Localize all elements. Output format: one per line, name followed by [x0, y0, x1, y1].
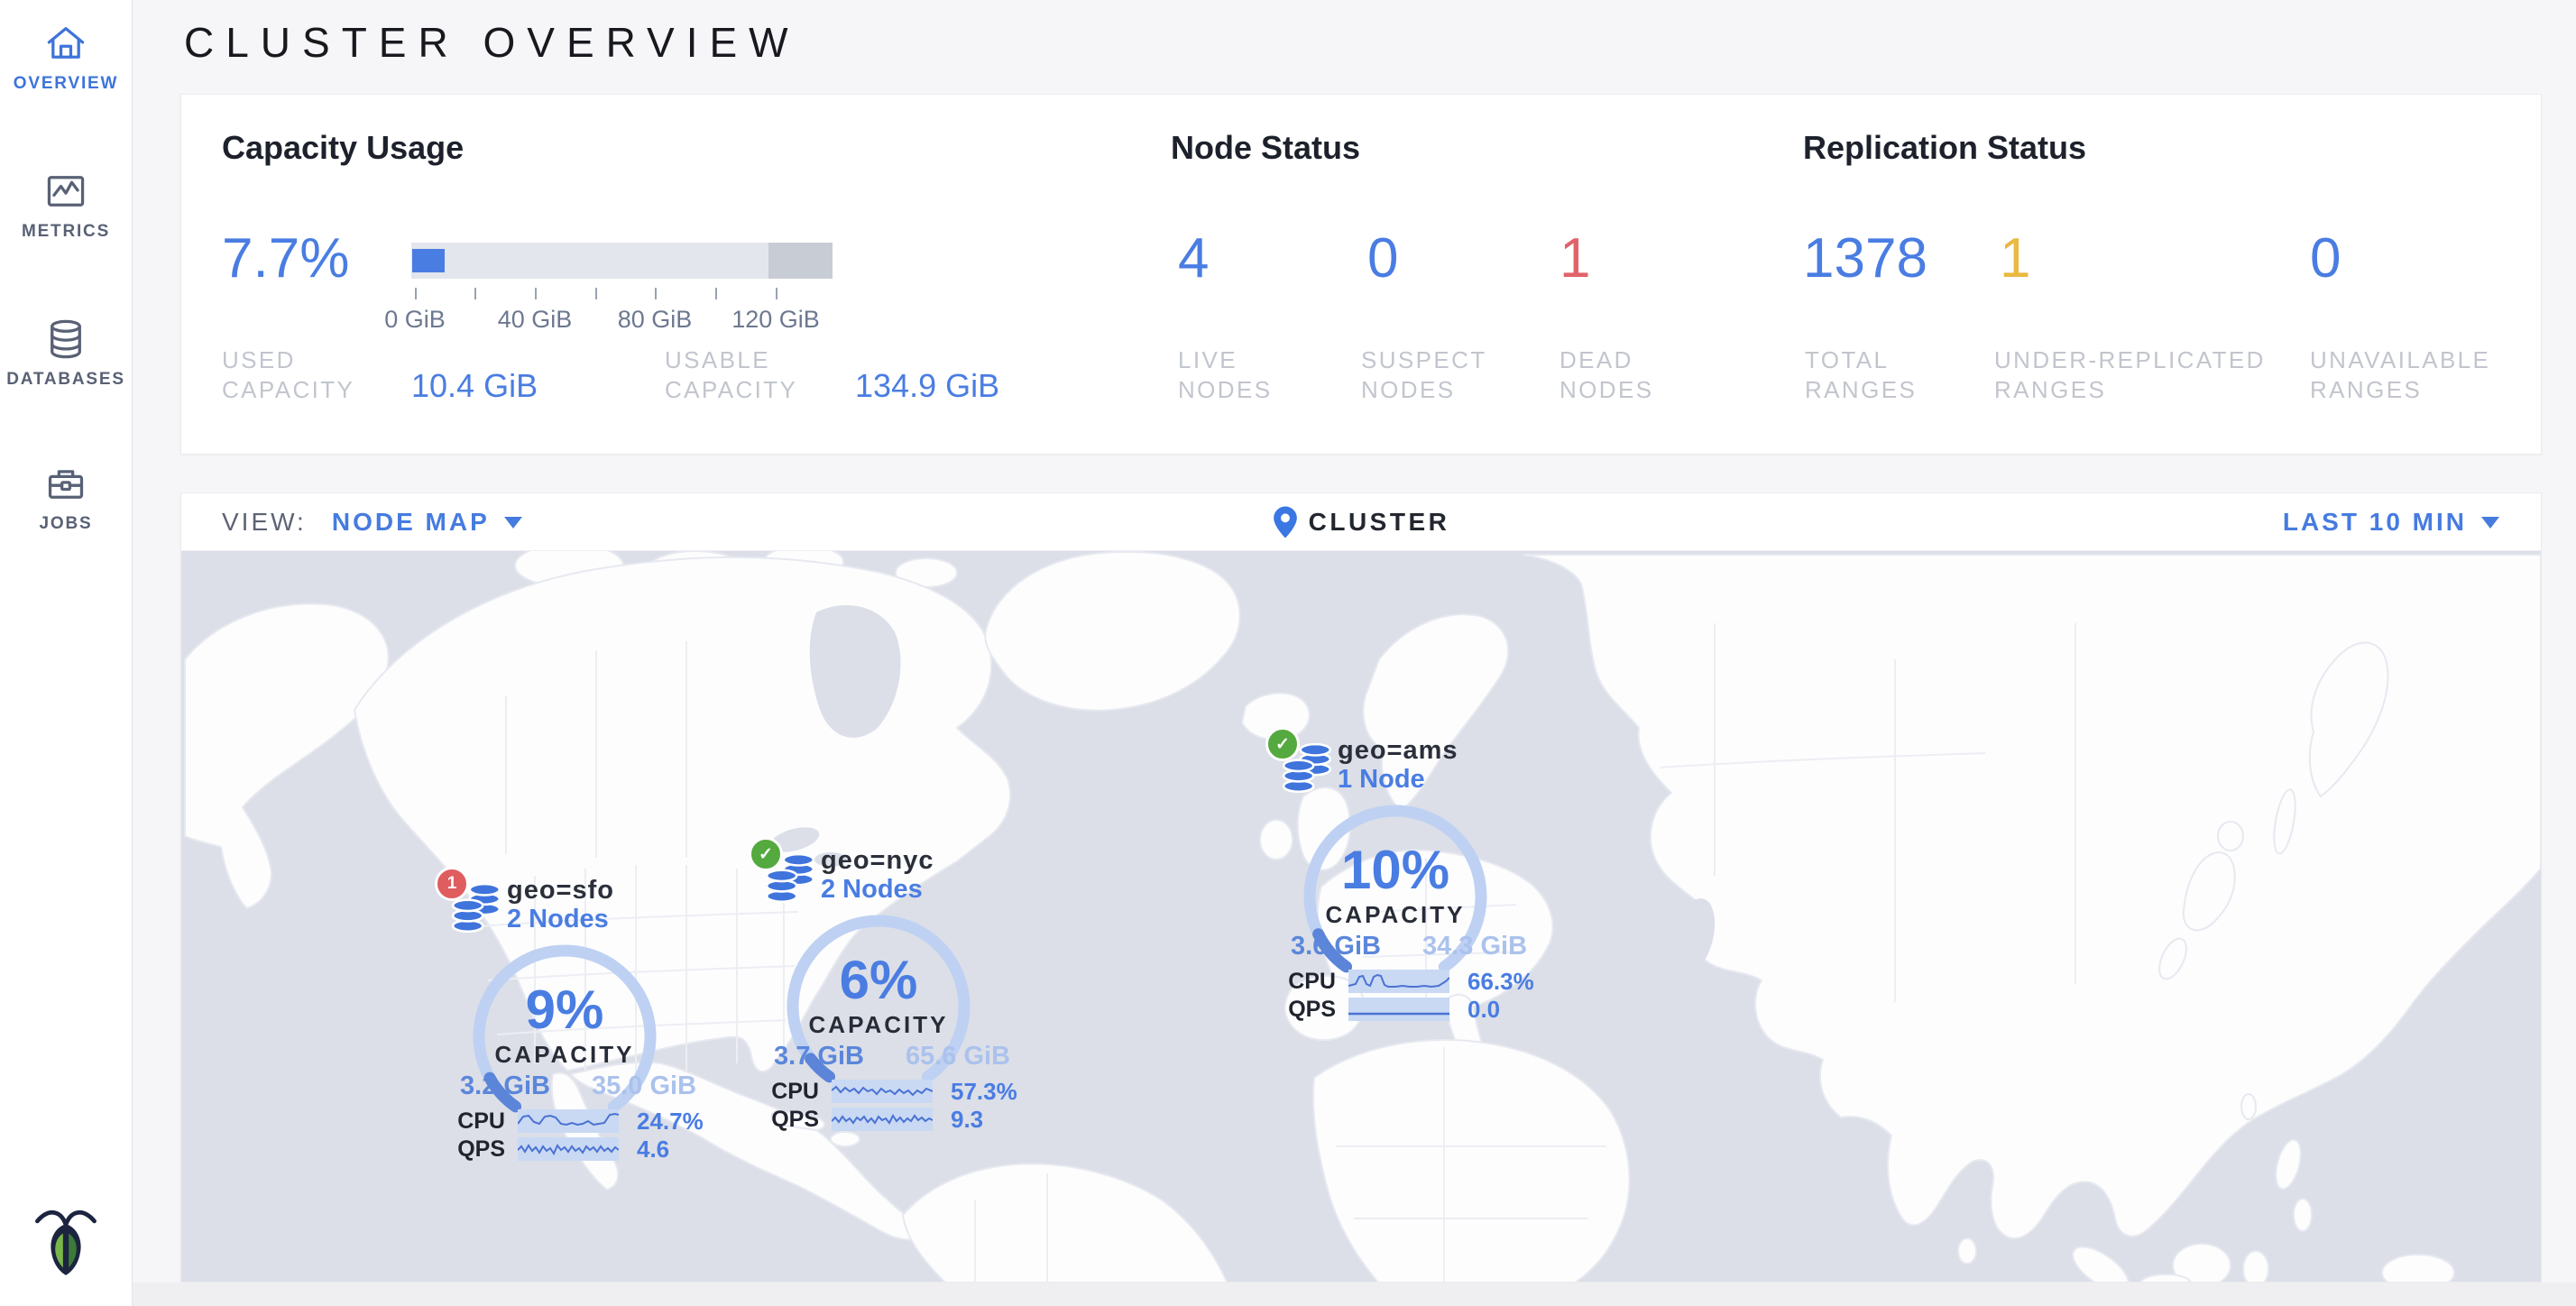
capacity-caption: CAPACITY	[456, 1041, 673, 1069]
total-capacity: 34.3 GiB	[1406, 932, 1543, 961]
breadcrumb-label: CLUSTER	[1309, 508, 1450, 537]
used-capacity: 3.7 GiB	[750, 1042, 888, 1071]
total-ranges-count: 1378	[1803, 228, 1927, 290]
used-capacity-label: USEDCAPACITY	[222, 345, 354, 405]
suspect-nodes-label: SUSPECTNODES	[1361, 345, 1487, 405]
node-status-title: Node Status	[1171, 129, 1360, 167]
metrics-chart-icon	[44, 170, 87, 213]
sidebar-item-label: DATABASES	[0, 370, 132, 390]
axis-tick-label: 0 GiB	[361, 306, 469, 334]
capacity-usage-title: Capacity Usage	[222, 129, 464, 167]
chevron-down-icon	[2481, 517, 2499, 529]
capacity-percent: 9%	[456, 980, 673, 1040]
capacity-percent: 6%	[770, 951, 987, 1010]
used-capacity-value: 10.4 GiB	[411, 367, 538, 405]
capacity-caption: CAPACITY	[770, 1011, 987, 1039]
under-replicated-ranges-count: 1	[2000, 228, 2030, 290]
used-capacity: 3.6 GiB	[1267, 932, 1404, 961]
database-stack-icon	[763, 853, 819, 906]
locality-breadcrumb[interactable]: CLUSTER	[181, 493, 2541, 551]
live-nodes-label: LIVENODES	[1178, 345, 1272, 405]
qps-sparkline	[832, 1108, 933, 1131]
locality-node-count: 1 Node	[1338, 765, 1425, 795]
time-range-dropdown[interactable]: LAST 10 MIN	[2283, 493, 2499, 551]
cpu-sparkline	[1348, 970, 1449, 993]
total-ranges-label: TOTALRANGES	[1805, 345, 1917, 405]
view-bar: VIEW: NODE MAP CLUSTER LAST 10 MIN	[181, 493, 2541, 551]
cpu-sparkline	[518, 1109, 619, 1133]
unavailable-ranges-count: 0	[2310, 228, 2341, 290]
database-stack-icon	[1280, 743, 1336, 796]
capacity-caption: CAPACITY	[1287, 901, 1504, 929]
unavailable-ranges-label: UNAVAILABLERANGES	[2310, 345, 2490, 405]
time-range-value: LAST 10 MIN	[2283, 508, 2467, 537]
map-locality-sfo[interactable]: 1 geo=sfo 2 Nodes 9% CAPACITY 3.2 GiB 35…	[428, 867, 716, 1166]
sidebar-item-metrics[interactable]: METRICS	[0, 170, 132, 242]
sidebar-item-databases[interactable]: DATABASES	[0, 317, 132, 390]
replication-status-title: Replication Status	[1803, 129, 2086, 167]
map-locality-nyc[interactable]: ✓ geo=nyc 2 Nodes 6% CAPACITY 3.7 GiB 65…	[741, 837, 1030, 1136]
qps-metric-row: QPS 0.0	[1285, 996, 1538, 1023]
sidebar: OVERVIEW METRICS DATABASES JOBS	[0, 0, 133, 1306]
cluster-summary-card: Capacity Usage 7.7% 0 GiB 40 GiB 80 GiB …	[180, 94, 2542, 455]
suspect-nodes-count: 0	[1367, 228, 1398, 290]
capacity-bar-used-segment	[412, 249, 445, 272]
dead-nodes-count: 1	[1559, 228, 1590, 290]
qps-sparkline	[1348, 998, 1449, 1021]
locality-name: geo=ams	[1338, 736, 1458, 766]
qps-metric-row: QPS 4.6	[455, 1136, 707, 1163]
under-replicated-ranges-label: UNDER-REPLICATEDRANGES	[1994, 345, 2266, 405]
locality-name: geo=nyc	[821, 846, 934, 876]
capacity-percent: 10%	[1287, 841, 1504, 900]
capacity-bar-nonusable-segment	[768, 243, 833, 279]
locality-name: geo=sfo	[507, 876, 614, 906]
sidebar-item-jobs[interactable]: JOBS	[0, 462, 132, 534]
cpu-sparkline	[832, 1080, 933, 1103]
page-bottom-strip	[0, 1283, 2576, 1306]
page-title: CLUSTER OVERVIEW	[184, 18, 800, 67]
briefcase-icon	[44, 462, 87, 505]
used-capacity: 3.2 GiB	[437, 1071, 574, 1101]
sidebar-item-label: METRICS	[0, 222, 132, 242]
qps-sparkline	[518, 1137, 619, 1161]
dead-nodes-label: DEADNODES	[1559, 345, 1653, 405]
usable-capacity-value: 134.9 GiB	[855, 367, 999, 405]
sidebar-item-overview[interactable]: OVERVIEW	[0, 22, 132, 94]
axis-tick-label: 80 GiB	[601, 306, 709, 334]
capacity-bar: 0 GiB 40 GiB 80 GiB 120 GiB	[411, 243, 833, 342]
map-pin-icon	[1273, 505, 1298, 539]
cpu-metric-row: CPU 66.3%	[1285, 968, 1538, 995]
capacity-percent: 7.7%	[222, 228, 349, 290]
total-capacity: 65.6 GiB	[889, 1042, 1026, 1071]
cluster-overview-page: OVERVIEW METRICS DATABASES JOBS	[0, 0, 2576, 1306]
locality-node-count: 2 Nodes	[507, 905, 609, 934]
cockroachdb-logo[interactable]	[34, 1205, 97, 1277]
map-locality-ams[interactable]: ✓ geo=ams 1 Node 10% CAPACITY 3.6 GiB 34…	[1258, 727, 1547, 1026]
sidebar-item-label: OVERVIEW	[0, 74, 132, 94]
axis-tick-label: 40 GiB	[481, 306, 589, 334]
locality-node-count: 2 Nodes	[821, 875, 923, 905]
axis-tick-label: 120 GiB	[722, 306, 830, 334]
qps-metric-row: QPS 9.3	[768, 1106, 1021, 1133]
node-map-card: VIEW: NODE MAP CLUSTER LAST 10 MIN	[180, 492, 2542, 1283]
usable-capacity-label: USABLECAPACITY	[665, 345, 797, 405]
world-map: 1 geo=sfo 2 Nodes 9% CAPACITY 3.2 GiB 35…	[181, 551, 2541, 1283]
cpu-metric-row: CPU 24.7%	[455, 1108, 707, 1135]
database-stack-icon	[449, 883, 505, 935]
database-icon	[44, 317, 87, 361]
home-icon	[44, 22, 87, 65]
live-nodes-count: 4	[1178, 228, 1209, 290]
cpu-metric-row: CPU 57.3%	[768, 1078, 1021, 1105]
sidebar-item-label: JOBS	[0, 514, 132, 534]
total-capacity: 35.0 GiB	[575, 1071, 713, 1101]
